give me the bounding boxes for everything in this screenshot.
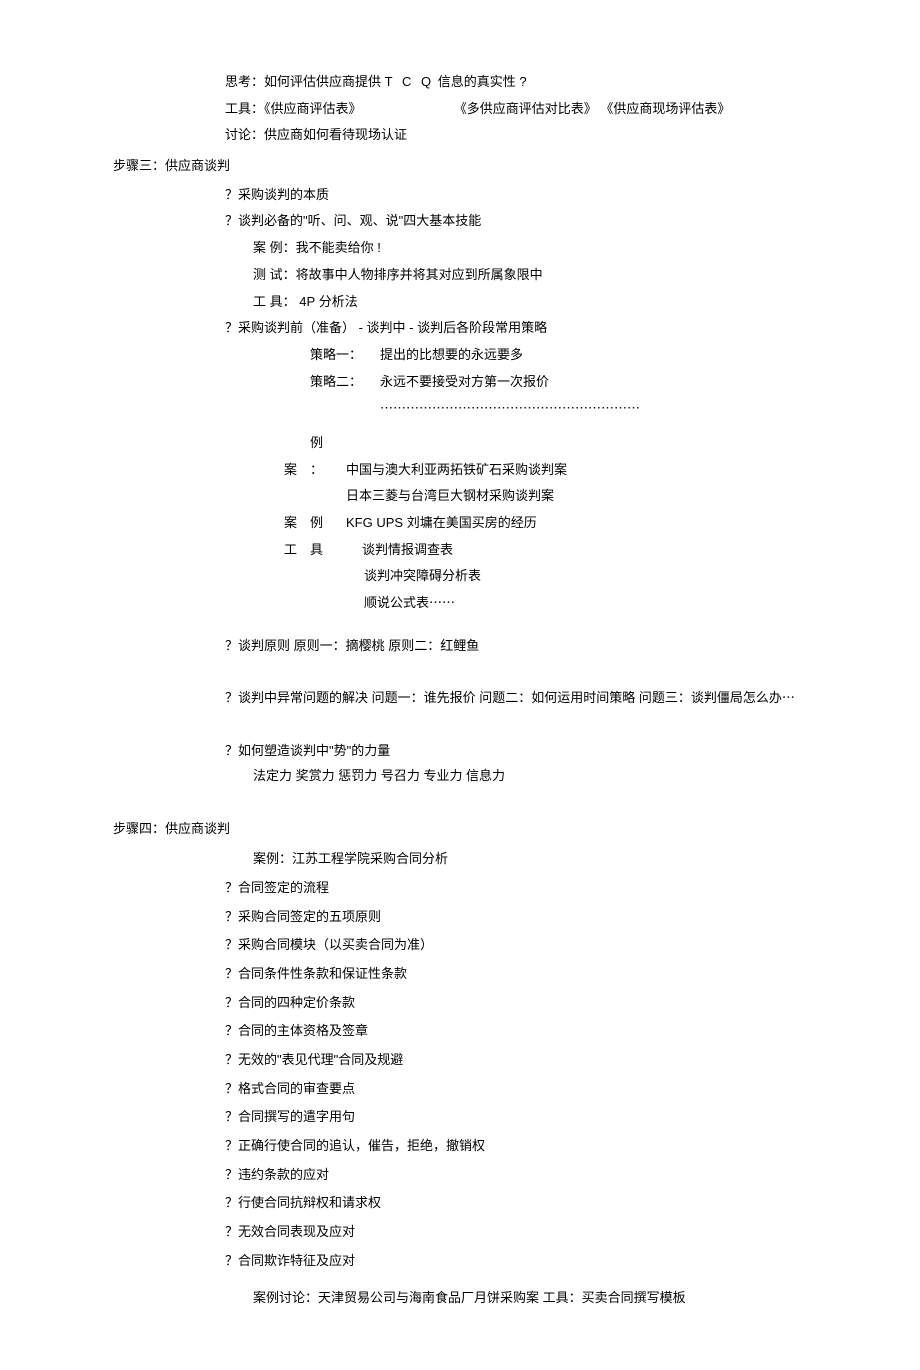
intro-line-1: 思考：如何评估供应商提供 T C Q 信息的真实性 ? [225, 70, 920, 95]
bullet: ？采购谈判前（准备） - 谈判中 - 谈判后各阶段常用策略 [225, 316, 920, 341]
case-text: 日本三菱与台湾巨大钢材采购谈判案 [346, 484, 920, 509]
bullet: ？合同撰写的遣字用句 [225, 1105, 920, 1130]
sub-line: 法定力 奖赏力 惩罚力 号召力 专业力 信息力 [253, 764, 920, 789]
bullet: ？谈判必备的"听、问、观、说"四大基本技能 [225, 209, 920, 234]
text-latin: 4P [299, 294, 315, 309]
text: 分析法 [319, 294, 358, 309]
case-line: 案例：江苏工程学院采购合同分析 [253, 847, 920, 872]
text: 《多供应商评估对比表》 《供应商现场评估表》 [454, 101, 731, 116]
case-text: 中国与澳大利亚两拓铁矿石采购谈判案 [336, 458, 567, 483]
tool-text: 谈判情报调查表 [336, 538, 453, 563]
principles-line: ？谈判原则 原则一：摘樱桃 原则二：红鲤鱼 [225, 634, 920, 659]
tool-row: 工 具 谈判情报调查表 [284, 538, 920, 563]
case-text: KFG UPS 刘墉在美国买房的经历 [336, 511, 537, 536]
strategy-text: 提出的比想要的永远要多 [380, 343, 523, 368]
power-block: ？如何塑造谈判中"势"的力量 法定力 奖赏力 惩罚力 号召力 专业力 信息力 [225, 739, 920, 788]
step4-title: 步骤四：供应商谈判 [113, 817, 920, 842]
tool-text: 顺说公式表⋯⋯ [364, 591, 920, 616]
strategy-row: 策略一： 提出的比想要的永远要多 [310, 343, 920, 368]
case-block: 例 案 ： 中国与澳大利亚两拓铁矿石采购谈判案 日本三菱与台湾巨大钢材采购谈判案… [284, 431, 920, 616]
text: 信息的真实性 ? [438, 74, 527, 89]
footer-line: 案例讨论：天津贸易公司与海南食品厂月饼采购案 工具：买卖合同撰写模板 [253, 1286, 920, 1311]
case-row: 案 ： 中国与澳大利亚两拓铁矿石采购谈判案 [284, 458, 920, 483]
label-gong: 工 [284, 538, 310, 563]
step3-body: ？采购谈判的本质 ？谈判必备的"听、问、观、说"四大基本技能 案 例：我不能卖给… [225, 183, 920, 341]
bullet: ？无效合同表现及应对 [225, 1220, 920, 1245]
bullet: ？合同条件性条款和保证性条款 [225, 962, 920, 987]
label-ju: 具 [310, 538, 336, 563]
label-li: 例 [310, 431, 336, 456]
text: 刘墉在美国买房的经历 [407, 515, 537, 530]
step3-title: 步骤三：供应商谈判 [113, 154, 920, 179]
strategy-label: 策略二： [310, 370, 380, 395]
text-latin: KFG UPS [346, 515, 403, 530]
bullet: ？如何塑造谈判中"势"的力量 [225, 739, 920, 764]
problems-line: ？谈判中异常问题的解决 问题一：谁先报价 问题二：如何运用时间策略 问题三：谈判… [225, 686, 920, 711]
bullet: ？合同签定的流程 [225, 876, 920, 901]
bullet: ？格式合同的审查要点 [225, 1077, 920, 1102]
bullet: ？行使合同抗辩权和请求权 [225, 1191, 920, 1216]
bullet: ？无效的"表见代理"合同及规避 [225, 1048, 920, 1073]
label-li: 例 [310, 511, 336, 536]
bullet: ？采购合同模块（以买卖合同为准） [225, 933, 920, 958]
case-row: 例 [284, 431, 920, 456]
text: 工 具： [253, 294, 296, 309]
text: 思考：如何评估供应商提供 [225, 74, 381, 89]
strategy-row: 策略二： 永远不要接受对方第一次报价 [310, 370, 920, 395]
dots-row: ⋯⋯⋯⋯⋯⋯⋯⋯⋯⋯⋯⋯⋯⋯⋯⋯⋯⋯⋯⋯ [310, 396, 920, 421]
label-an: 案 [284, 458, 310, 483]
intro-line-3: 讨论：供应商如何看待现场认证 [225, 123, 920, 148]
dots: ⋯⋯⋯⋯⋯⋯⋯⋯⋯⋯⋯⋯⋯⋯⋯⋯⋯⋯⋯⋯ [380, 396, 640, 421]
sub-line: 工 具： 4P 分析法 [253, 290, 920, 315]
strategy-label: 策略一： [310, 343, 380, 368]
bullet: ？合同欺诈特征及应对 [225, 1249, 920, 1274]
bullet: ？采购合同签定的五项原则 [225, 905, 920, 930]
intro-line-2: 工具：《供应商评估表》 《多供应商评估对比表》 《供应商现场评估表》 [225, 97, 920, 122]
intro-block: 思考：如何评估供应商提供 T C Q 信息的真实性 ? 工具：《供应商评估表》 … [225, 70, 920, 148]
bullet: ？违约条款的应对 [225, 1163, 920, 1188]
text-latin: T C Q [385, 74, 434, 89]
text: 工具：《供应商评估表》 [225, 101, 362, 116]
bullet: ？合同的主体资格及签章 [225, 1019, 920, 1044]
label-colon: ： [310, 458, 336, 483]
sub-line: 测 试：将故事中人物排序并将其对应到所属象限中 [253, 263, 920, 288]
case-list: 日本三菱与台湾巨大钢材采购谈判案 [284, 484, 920, 509]
step4-body: 案例：江苏工程学院采购合同分析 ？合同签定的流程 ？采购合同签定的五项原则 ？采… [225, 847, 920, 1310]
tool-list: 谈判冲突障碍分析表 顺说公式表⋯⋯ [284, 564, 920, 615]
bullet: ？合同的四种定价条款 [225, 991, 920, 1016]
label-an: 案 [284, 511, 310, 536]
sub-line: 案 例：我不能卖给你 ! [253, 236, 920, 261]
bullet: ？采购谈判的本质 [225, 183, 920, 208]
strategy-block: 策略一： 提出的比想要的永远要多 策略二： 永远不要接受对方第一次报价 ⋯⋯⋯⋯… [310, 343, 920, 421]
strategy-text: 永远不要接受对方第一次报价 [380, 370, 549, 395]
tool-text: 谈判冲突障碍分析表 [364, 564, 920, 589]
bullet: ？正确行使合同的追认，催告，拒绝，撤销权 [225, 1134, 920, 1159]
case-row: 案 例 KFG UPS 刘墉在美国买房的经历 [284, 511, 920, 536]
